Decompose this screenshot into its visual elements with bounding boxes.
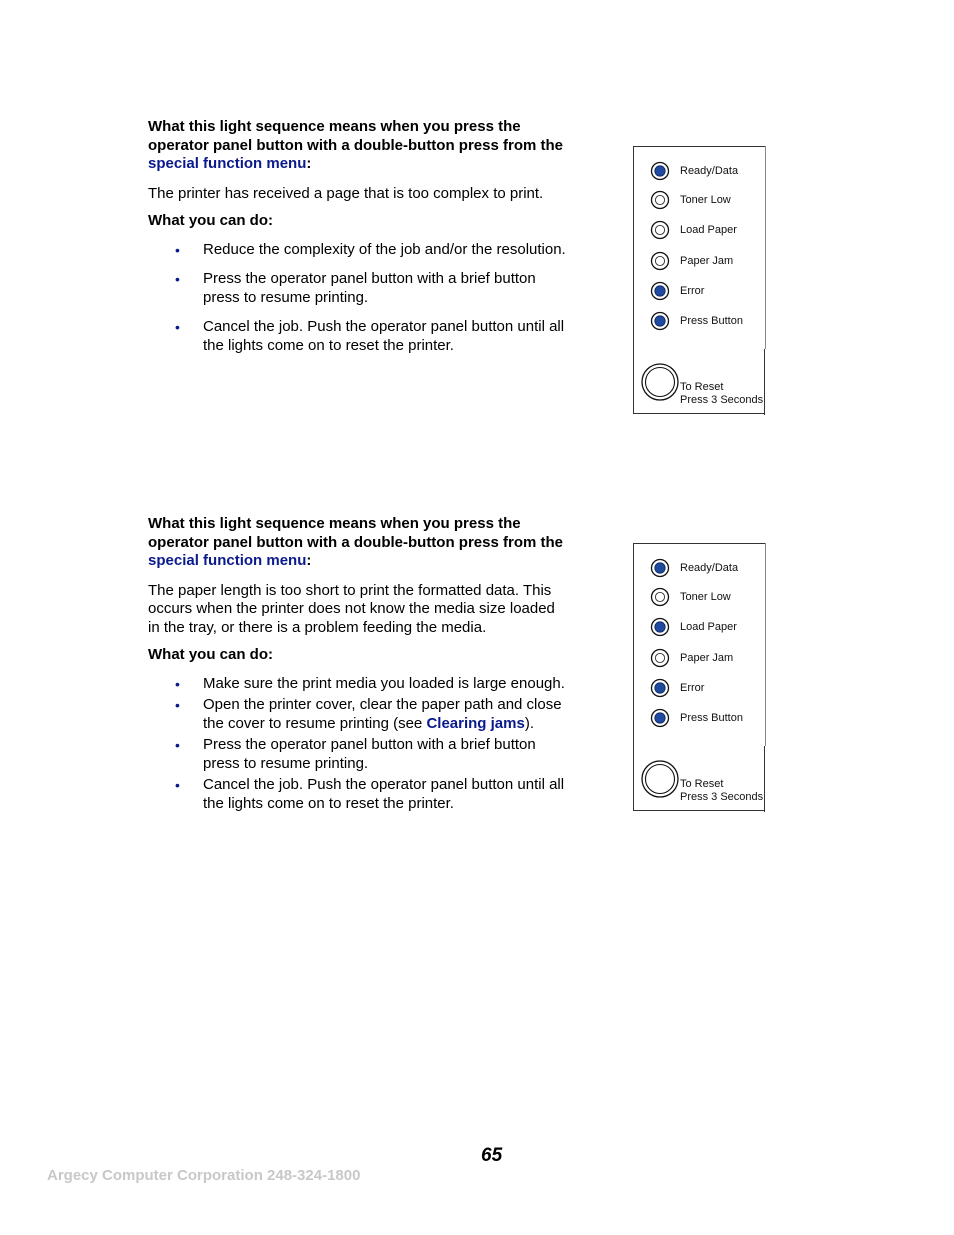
panel-border [765, 543, 766, 746]
light-off-icon [650, 648, 670, 668]
list-item: • Cancel the job. Push the operator panel… [148, 776, 568, 813]
page-number: 65 [481, 1145, 503, 1166]
section-1: What this light sequence means when you … [148, 118, 568, 355]
what-you-can-do-heading: What you can do: [148, 646, 273, 663]
light-label: Ready/Data [680, 562, 739, 574]
light-on-icon [650, 558, 670, 578]
reset-instructions: To Reset Press 3 Seconds [680, 381, 763, 407]
light-on-icon [650, 281, 670, 301]
reset-label-line1: To Reset [680, 778, 724, 790]
light-label: Load Paper [680, 224, 737, 236]
list-item-text: Press the operator panel button with a b… [203, 270, 536, 306]
reset-instructions: To Reset Press 3 Seconds [680, 778, 763, 804]
light-on-icon [650, 617, 670, 637]
list-item-text: Cancel the job. Push the operator panel … [203, 318, 565, 354]
list-item-text: Cancel the job. Push the operator panel … [203, 776, 565, 812]
description: The paper length is too short to print t… [148, 581, 555, 636]
action-list: • Reduce the complexity of the job and/or… [148, 241, 568, 356]
heading-text: What this light sequence means when you … [148, 515, 563, 551]
list-item: • Open the printer cover, clear the paper… [148, 696, 568, 733]
list-item: • Press the operator panel button with a … [148, 270, 568, 307]
bullet-icon: • [175, 241, 180, 258]
light-on-icon [650, 678, 670, 698]
bullet-icon: • [175, 777, 180, 793]
reset-button-icon [641, 760, 679, 798]
operator-panel-diagram-1: Ready/Data Toner Low Load Paper Paper Jam Er… [633, 146, 766, 415]
reset-label-line1: To Reset [680, 381, 724, 393]
reset-label-line2: Press 3 Seconds [680, 791, 764, 803]
light-label: Error [680, 682, 705, 694]
special-function-menu-link[interactable]: special function menu [148, 552, 306, 569]
light-label: Error [680, 285, 705, 297]
heading-colon: : [306, 155, 312, 172]
bullet-icon: • [175, 319, 180, 335]
section-heading: What this light sequence means when you … [148, 515, 568, 571]
list-item-text: Press the operator panel button with a b… [203, 736, 536, 772]
bullet-icon: • [175, 271, 180, 287]
list-item-text-suffix: ). [524, 714, 534, 732]
list-item: • Press the operator panel button with a … [148, 736, 568, 773]
list-item-text: Reduce the complexity of the job and/or … [203, 240, 566, 258]
light-label: Press Button [680, 315, 743, 327]
panel-border [764, 349, 765, 415]
clearing-jams-link[interactable]: Clearing jams [426, 715, 524, 732]
bullet-icon: • [175, 675, 180, 692]
heading-colon: : [306, 552, 312, 569]
light-label: Ready/Data [680, 165, 739, 177]
what-you-can-do-heading: What you can do: [148, 212, 273, 229]
reset-button-icon [641, 363, 679, 401]
light-label: Toner Low [680, 591, 731, 603]
light-on-icon [650, 708, 670, 728]
panel-border [765, 146, 766, 349]
panel-border [764, 746, 765, 812]
light-label: Press Button [680, 712, 743, 724]
reset-label-line2: Press 3 Seconds [680, 394, 764, 406]
light-off-icon [650, 190, 670, 210]
light-on-icon [650, 161, 670, 181]
section-heading: What this light sequence means when you … [148, 118, 568, 174]
list-item: • Make sure the print media you loaded is… [148, 675, 568, 694]
operator-panel-diagram-2: Ready/Data Toner Low Load Paper Paper Jam Er… [633, 543, 766, 812]
heading-text: What this light sequence means when you … [148, 118, 563, 154]
list-item-text: Make sure the print media you loaded is … [203, 674, 565, 692]
light-label: Toner Low [680, 194, 731, 206]
special-function-menu-link[interactable]: special function menu [148, 155, 306, 172]
light-label: Paper Jam [680, 652, 734, 664]
light-label: Load Paper [680, 621, 737, 633]
description: The printer has received a page that is … [148, 184, 544, 202]
action-list: • Make sure the print media you loaded is… [148, 675, 568, 814]
list-item: • Cancel the job. Push the operator panel… [148, 318, 568, 355]
light-label: Paper Jam [680, 255, 734, 267]
section-2: What this light sequence means when you … [148, 515, 568, 813]
light-off-icon [650, 220, 670, 240]
bullet-icon: • [175, 697, 180, 713]
light-off-icon [650, 251, 670, 271]
light-on-icon [650, 311, 670, 331]
bullet-icon: • [175, 737, 180, 753]
footer-text: Argecy Computer Corporation 248-324-1800 [47, 1167, 361, 1184]
list-item: • Reduce the complexity of the job and/or… [148, 241, 568, 260]
light-off-icon [650, 587, 670, 607]
